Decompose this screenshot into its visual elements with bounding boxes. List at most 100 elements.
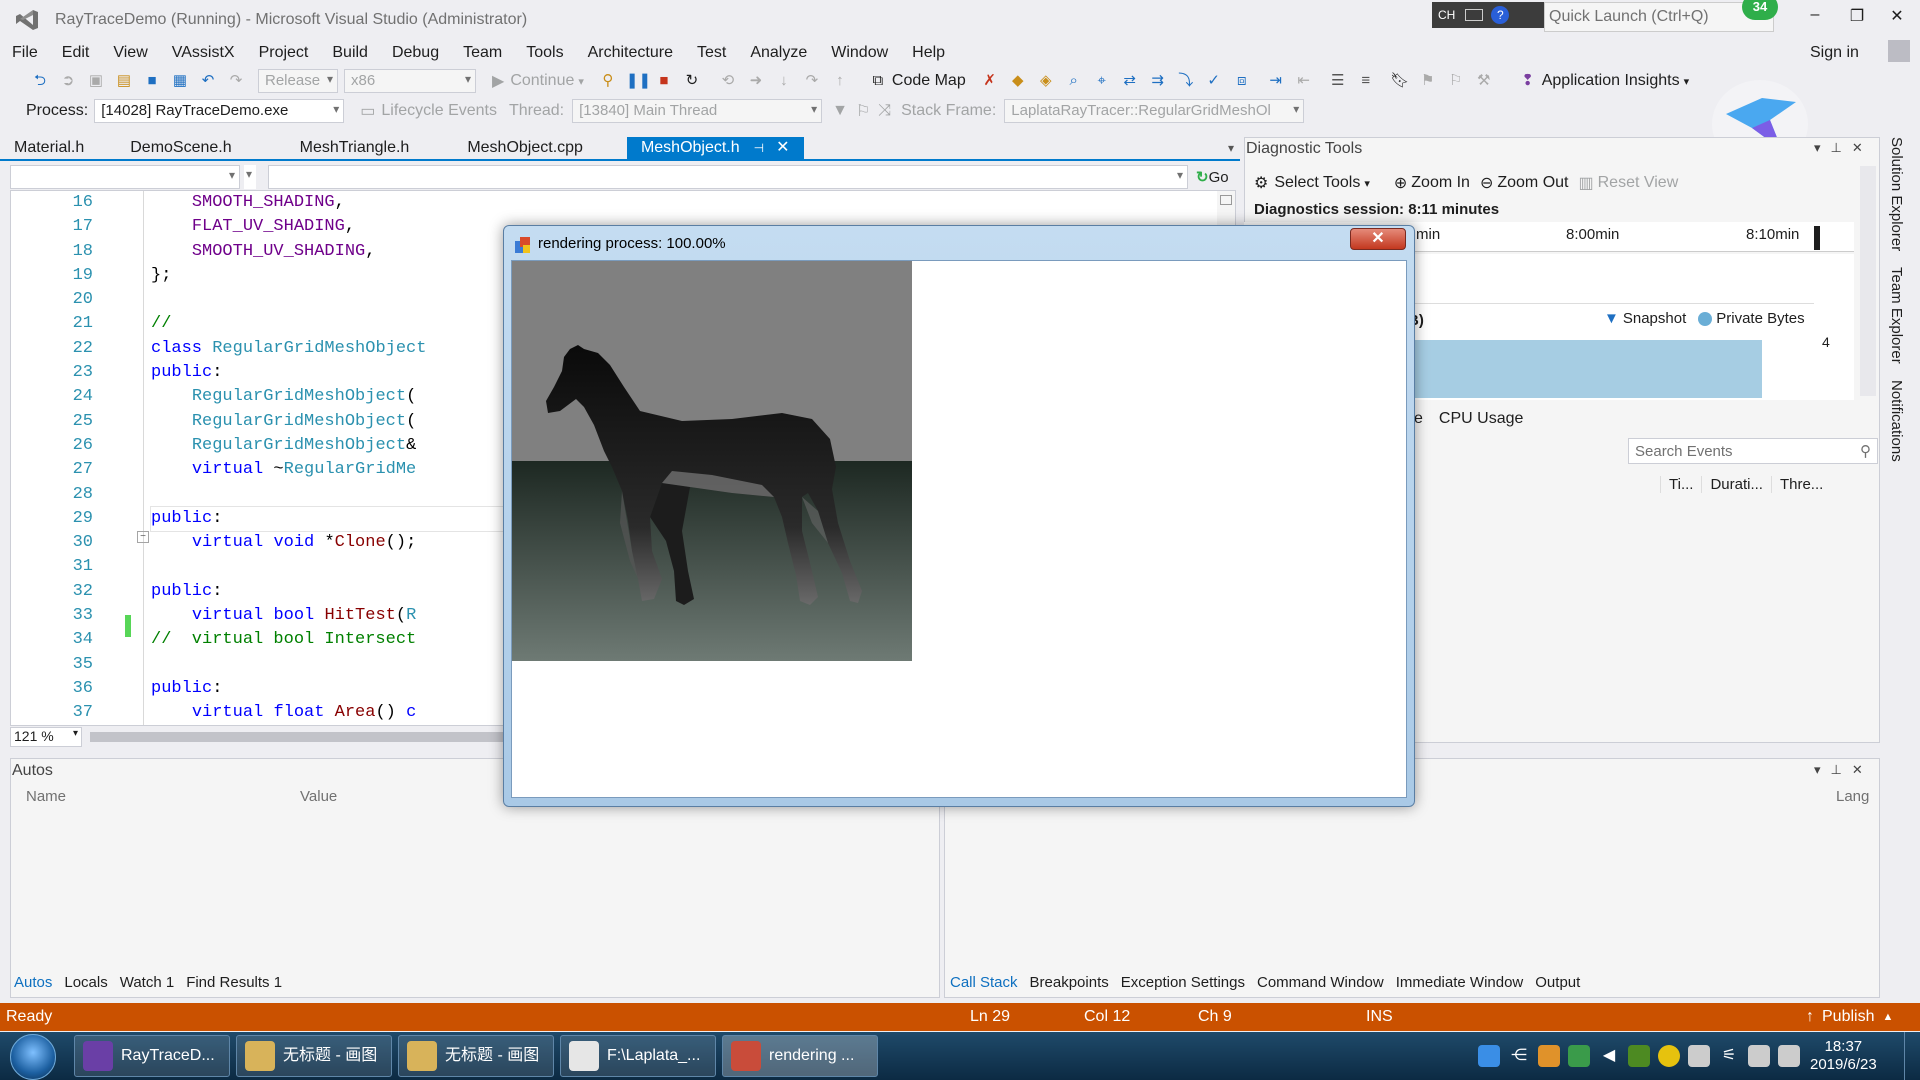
outdent-icon[interactable]: ⇤	[1294, 71, 1314, 91]
pin-icon[interactable]: ⊣	[754, 137, 764, 159]
user-icon[interactable]	[1888, 40, 1910, 62]
menu-architecture[interactable]: Architecture	[576, 44, 685, 62]
column-value[interactable]: Value	[300, 788, 337, 805]
find-icon[interactable]: ⌕	[1064, 71, 1084, 91]
step-into-icon[interactable]: ➜	[746, 71, 766, 91]
tab-meshobject-h[interactable]: MeshObject.h ⊣ ✕	[626, 137, 804, 159]
split-handle-icon[interactable]	[1220, 195, 1232, 205]
bookmark-icon[interactable]: 🔖︎	[1390, 71, 1410, 91]
close-button[interactable]: ✕	[1882, 6, 1912, 32]
column-name[interactable]: Name	[26, 788, 66, 805]
redo-icon[interactable]: ↷	[226, 71, 246, 91]
step-up-icon[interactable]: ↑	[830, 71, 850, 91]
stack-frame-select[interactable]: LaplataRayTracer::RegularGridMeshOl	[1004, 99, 1305, 123]
extension-icon-2[interactable]: ◈	[1036, 71, 1056, 91]
application-insights-button[interactable]: ❢ Application Insights ▾	[1514, 71, 1689, 91]
taskbar-item-console[interactable]: F:\Laplata_...	[560, 1035, 716, 1077]
sign-in-link[interactable]: Sign in	[1810, 44, 1859, 62]
stack-icon[interactable]: ⤨	[878, 102, 891, 120]
tray-power-icon[interactable]	[1778, 1045, 1800, 1067]
go-button[interactable]: ↻ Go	[1196, 168, 1229, 187]
tab-find-results-1[interactable]: Find Results 1	[186, 974, 282, 991]
prev-bookmark-icon[interactable]: ⚑	[1418, 71, 1438, 91]
menu-window[interactable]: Window	[819, 44, 900, 62]
minimize-button[interactable]: –	[1800, 6, 1830, 32]
tab-meshobject-cpp[interactable]: MeshObject.cpp	[453, 137, 597, 159]
restart-icon[interactable]: ↻	[682, 71, 702, 91]
tab-output[interactable]: Output	[1535, 974, 1580, 991]
tray-nvidia-icon[interactable]	[1628, 1045, 1650, 1067]
undo-icon[interactable]: ↶	[198, 71, 218, 91]
tray-plus-icon[interactable]	[1658, 1045, 1680, 1067]
panel-pin-icon[interactable]: ⊥	[1831, 762, 1842, 778]
step-out-icon[interactable]: ↷	[802, 71, 822, 91]
panel-menu-icon[interactable]: ▾	[1814, 762, 1821, 778]
search-events-input[interactable]: Search Events ⚲	[1628, 438, 1878, 464]
menu-test[interactable]: Test	[685, 44, 738, 62]
menu-view[interactable]: View	[101, 44, 159, 62]
tray-wifi-icon[interactable]: ⚟	[1718, 1045, 1740, 1067]
platform-select[interactable]: x86	[344, 69, 476, 93]
lifecycle-events-button[interactable]: Lifecycle Events	[381, 102, 497, 120]
tab-call-stack[interactable]: Call Stack	[950, 974, 1018, 991]
uncomment-icon[interactable]: ≡	[1356, 71, 1376, 91]
column-time[interactable]: Ti...	[1660, 476, 1701, 493]
show-desktop-button[interactable]	[1904, 1032, 1920, 1080]
taskbar-item-rendering[interactable]: rendering ...	[722, 1035, 878, 1077]
start-button[interactable]	[10, 1034, 56, 1080]
stop-icon[interactable]: ■	[654, 71, 674, 91]
solution-explorer-tab[interactable]: Solution Explorer	[1888, 137, 1905, 251]
tab-breakpoints[interactable]: Breakpoints	[1030, 974, 1109, 991]
notifications-tab[interactable]: Notifications	[1888, 380, 1905, 462]
tab-command-window[interactable]: Command Window	[1257, 974, 1384, 991]
tray-volume-icon[interactable]: ◀	[1598, 1045, 1620, 1067]
thread-select[interactable]: [13840] Main Thread	[572, 99, 823, 123]
ime-toolbar[interactable]: CH ?	[1432, 2, 1544, 28]
close-tab-icon[interactable]: ✕	[776, 137, 789, 159]
attach-icon[interactable]: ⚲	[598, 71, 618, 91]
comment-icon[interactable]: ☰	[1328, 71, 1348, 91]
tab-material-h[interactable]: Material.h	[0, 137, 98, 159]
tab-autos[interactable]: Autos	[14, 974, 52, 991]
taskbar-item-visual-studio[interactable]: RayTraceD...	[74, 1035, 230, 1077]
tray-usb-icon[interactable]	[1688, 1045, 1710, 1067]
tab-locals[interactable]: Locals	[64, 974, 107, 991]
tab-cpu-usage[interactable]: CPU Usage	[1439, 410, 1523, 428]
configuration-select[interactable]: Release	[258, 69, 338, 93]
menu-edit[interactable]: Edit	[50, 44, 102, 62]
process-select[interactable]: [14028] RayTraceDemo.exe	[94, 99, 345, 123]
column-language[interactable]: Lang	[1836, 788, 1869, 805]
column-duration[interactable]: Durati...	[1701, 476, 1771, 493]
flag-thread-icon[interactable]: ⚐	[856, 101, 870, 121]
save-all-icon[interactable]: ▦	[170, 71, 190, 91]
menu-debug[interactable]: Debug	[380, 44, 451, 62]
taskbar-item-paint-2[interactable]: 无标题 - 画图	[398, 1035, 554, 1077]
menu-project[interactable]: Project	[247, 44, 321, 62]
tray-network-share-icon[interactable]: ⋲	[1508, 1045, 1530, 1067]
tab-meshtriangle-h[interactable]: MeshTriangle.h	[286, 137, 424, 159]
tray-shield-icon[interactable]	[1568, 1045, 1590, 1067]
split-icon[interactable]	[244, 165, 256, 189]
column-thread[interactable]: Thre...	[1770, 476, 1831, 493]
tab-exception-settings[interactable]: Exception Settings	[1121, 974, 1245, 991]
system-clock[interactable]: 18:37 2019/6/23	[1810, 1038, 1877, 1074]
select-tools-button[interactable]: Select Tools	[1274, 174, 1360, 192]
forward-icon[interactable]: ➲	[58, 71, 78, 91]
next-bookmark-icon[interactable]: ⚐	[1446, 71, 1466, 91]
menu-help[interactable]: Help	[900, 44, 957, 62]
panel-close-icon[interactable]: ✕	[1852, 762, 1863, 778]
open-file-icon[interactable]: ▤	[114, 71, 134, 91]
back-icon[interactable]: ⮌	[30, 71, 50, 91]
step-over-icon[interactable]: ↓	[774, 71, 794, 91]
tray-app-icon[interactable]	[1478, 1045, 1500, 1067]
render-window-close-button[interactable]: ✕	[1350, 228, 1406, 250]
reset-view-button[interactable]: Reset View	[1598, 174, 1679, 192]
new-project-icon[interactable]: ▣	[86, 71, 106, 91]
continue-button[interactable]: ▶ Continue ▾	[492, 71, 584, 91]
team-explorer-tab[interactable]: Team Explorer	[1888, 267, 1905, 364]
checklist-icon[interactable]: ✓	[1204, 71, 1224, 91]
panel-menu-icon[interactable]: ▾	[1814, 140, 1821, 156]
code-map-button[interactable]: ⧉ Code Map	[864, 71, 966, 91]
diag-scrollbar[interactable]	[1860, 166, 1876, 396]
navigate-icon[interactable]: ⤵	[1176, 71, 1196, 91]
